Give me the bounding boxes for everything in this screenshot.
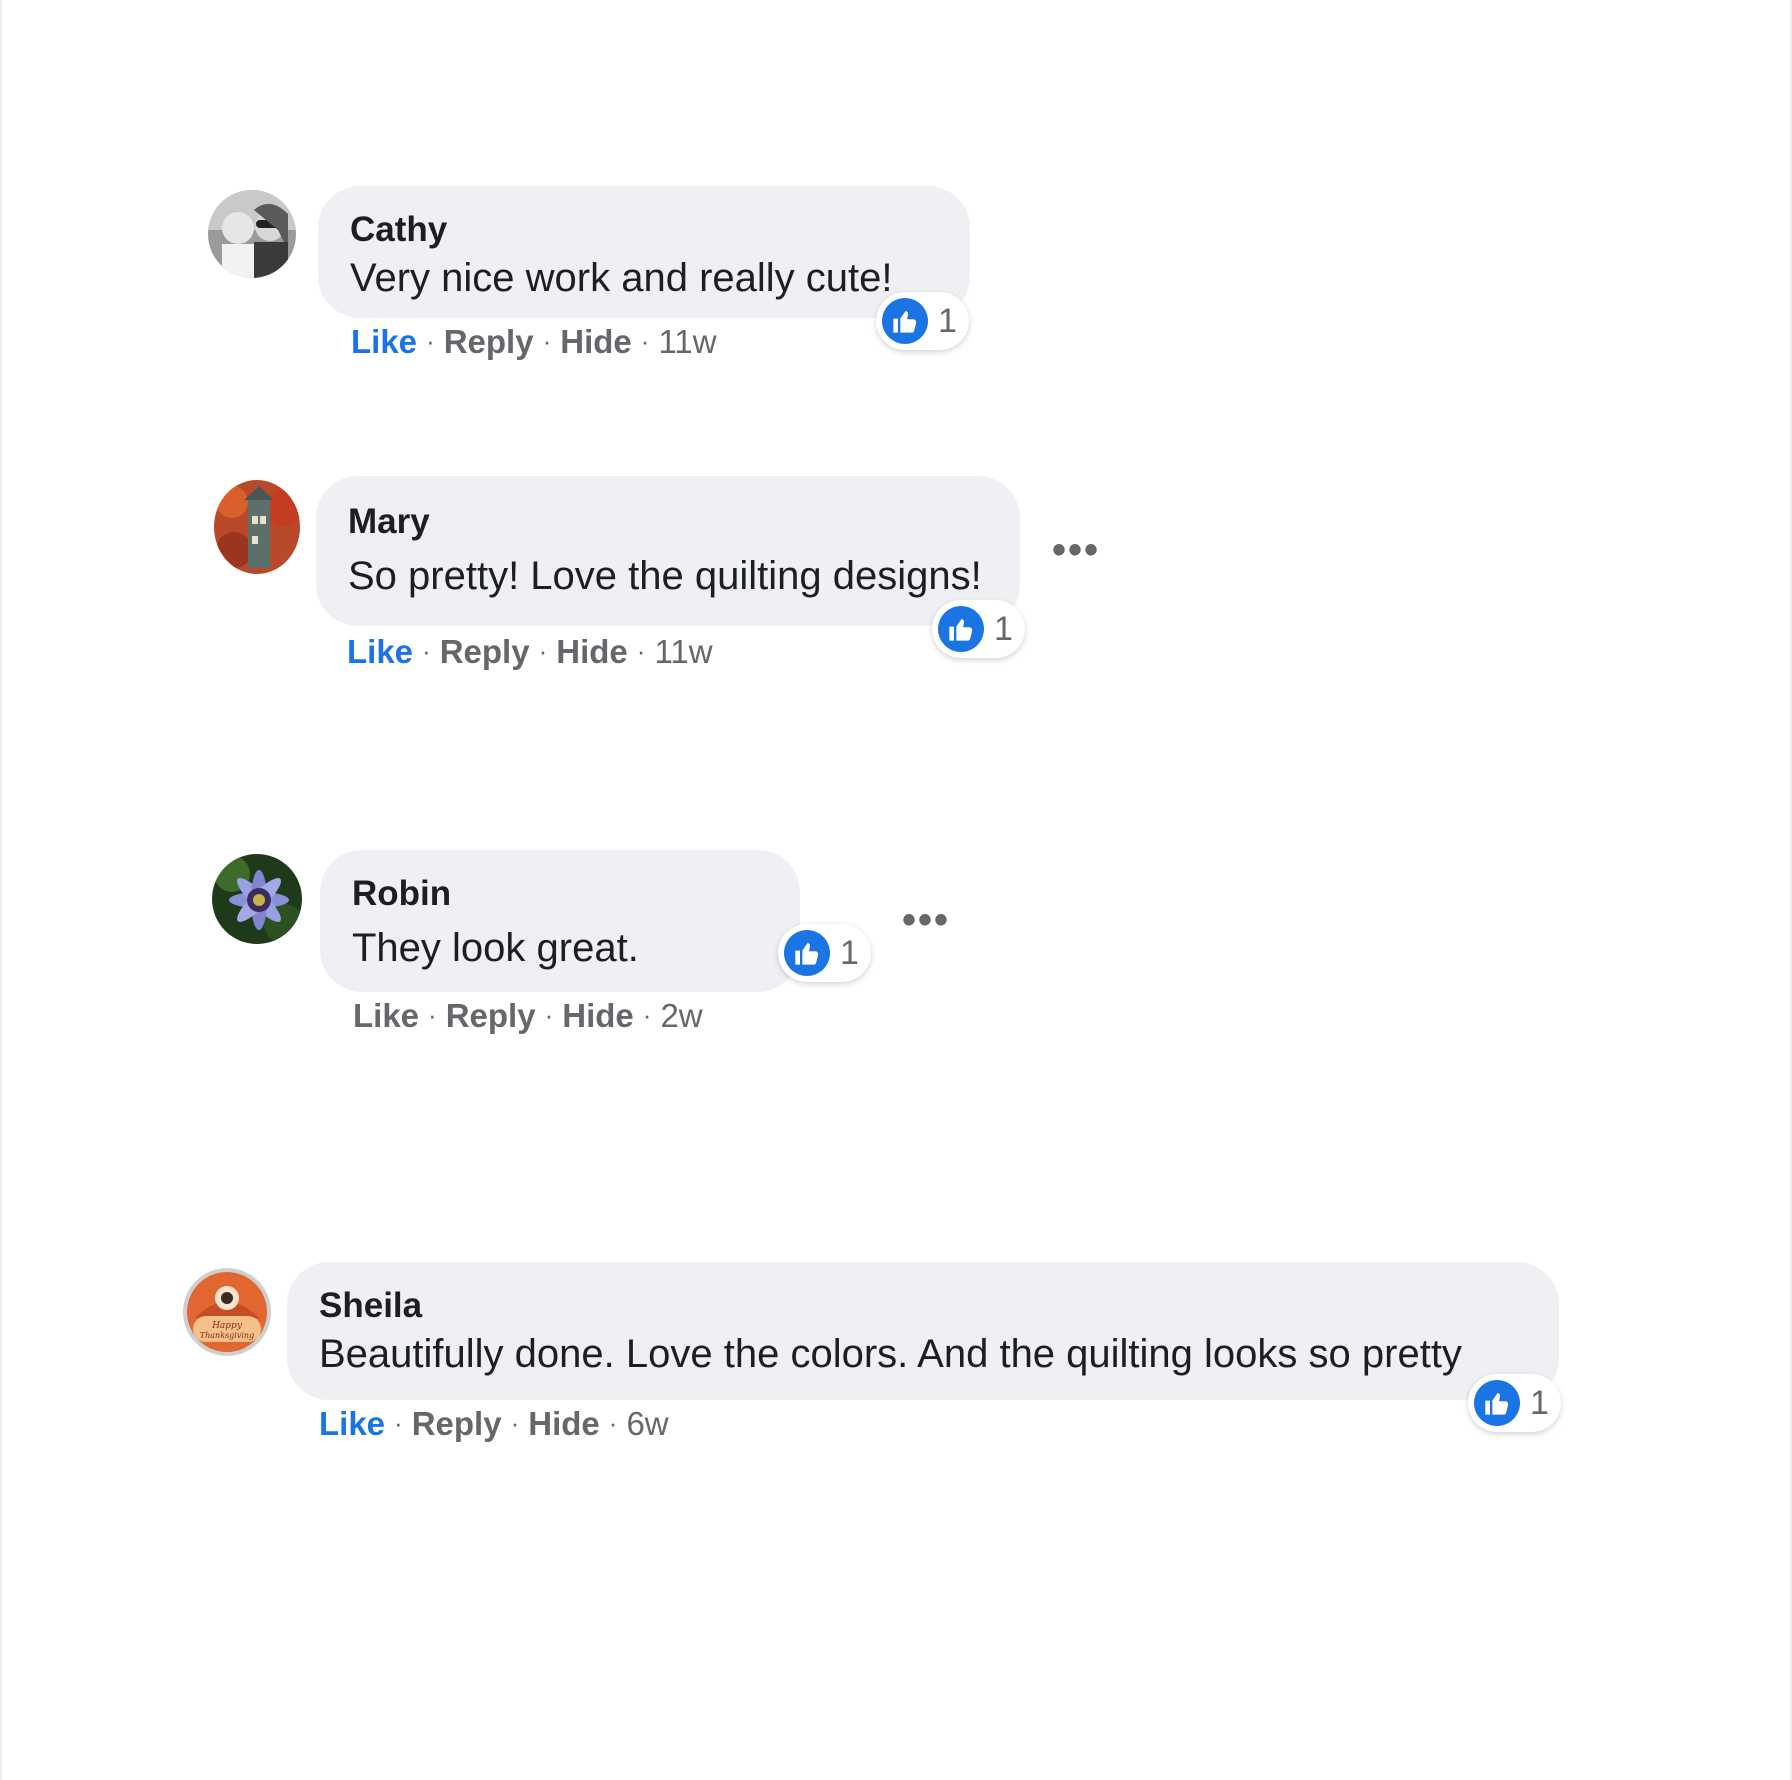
avatar-logo-text: Happy: [211, 1321, 243, 1331]
comment-actions: Like · Reply · Hide · 2w: [353, 996, 703, 1038]
hide-button[interactable]: Hide: [560, 323, 632, 360]
reaction-summary[interactable]: 1: [932, 600, 1025, 658]
avatar-photo: Happy Thanksgiving: [183, 1268, 271, 1356]
separator-dot: ·: [640, 326, 650, 356]
separator-dot: ·: [544, 1000, 554, 1030]
separator-dot: ·: [542, 326, 552, 356]
comment-author[interactable]: Mary: [348, 500, 988, 544]
reaction-summary[interactable]: 1: [778, 924, 871, 982]
comment-timestamp[interactable]: 11w: [654, 633, 712, 670]
thumbs-up-icon: [882, 298, 928, 344]
thumbs-up-icon: [784, 930, 830, 976]
reaction-summary[interactable]: 1: [876, 292, 969, 350]
hide-button[interactable]: Hide: [556, 633, 628, 670]
reply-button[interactable]: Reply: [446, 997, 536, 1034]
reaction-count: 1: [840, 933, 859, 972]
comment-text: Very nice work and really cute!: [350, 256, 893, 300]
like-button[interactable]: Like: [351, 323, 417, 360]
avatar-photo: [214, 480, 300, 574]
comment-actions: Like · Reply · Hide · 6w: [319, 1404, 669, 1446]
separator-dot: ·: [608, 1408, 618, 1438]
avatar[interactable]: [212, 854, 302, 944]
separator-dot: ·: [636, 636, 646, 666]
thumbs-up-icon: [1474, 1380, 1520, 1426]
avatar[interactable]: [214, 480, 300, 574]
comment-text: They look great.: [352, 926, 639, 970]
avatar[interactable]: Happy Thanksgiving: [183, 1268, 271, 1356]
thumbs-up-icon: [938, 606, 984, 652]
separator-dot: ·: [538, 636, 548, 666]
separator-dot: ·: [426, 326, 435, 356]
avatar-photo: [208, 190, 296, 278]
like-button[interactable]: Like: [347, 633, 413, 670]
separator-dot: ·: [394, 1408, 403, 1438]
reaction-summary[interactable]: 1: [1468, 1374, 1561, 1432]
comment-bubble: Sheila Beautifully done. Love the colors…: [287, 1262, 1559, 1400]
comment-author[interactable]: Sheila: [319, 1284, 1527, 1328]
comment-bubble: Robin They look great.: [320, 850, 800, 992]
hide-button[interactable]: Hide: [562, 997, 634, 1034]
comment-text: Beautifully done. Love the colors. And t…: [319, 1332, 1462, 1376]
reply-button[interactable]: Reply: [412, 1405, 502, 1442]
comment-bubble: Mary So pretty! Love the quilting design…: [316, 476, 1020, 626]
reply-button[interactable]: Reply: [440, 633, 530, 670]
reaction-count: 1: [994, 609, 1013, 648]
comment-timestamp[interactable]: 11w: [658, 323, 716, 360]
comment-bubble: Cathy Very nice work and really cute!: [318, 186, 970, 318]
avatar[interactable]: [208, 190, 296, 278]
avatar-photo: [212, 854, 302, 944]
separator-dot: ·: [510, 1408, 520, 1438]
hide-button[interactable]: Hide: [528, 1405, 600, 1442]
comment-timestamp[interactable]: 6w: [626, 1405, 668, 1442]
comment-author[interactable]: Cathy: [350, 208, 938, 252]
separator-dot: ·: [428, 1000, 437, 1030]
svg-text:Thanksgiving: Thanksgiving: [200, 1331, 254, 1340]
left-edge: [0, 0, 2, 1780]
more-options-icon[interactable]: •••: [902, 900, 950, 940]
comment-timestamp[interactable]: 2w: [660, 997, 702, 1034]
reply-button[interactable]: Reply: [444, 323, 534, 360]
reaction-count: 1: [938, 301, 957, 340]
comment-author[interactable]: Robin: [352, 872, 768, 916]
comment-actions: Like · Reply · Hide · 11w: [351, 322, 717, 364]
comment-text: So pretty! Love the quilting designs!: [348, 554, 982, 598]
like-button[interactable]: Like: [353, 997, 419, 1034]
reaction-count: 1: [1530, 1383, 1549, 1422]
separator-dot: ·: [422, 636, 431, 666]
comment-actions: Like · Reply · Hide · 11w: [347, 632, 713, 674]
like-button[interactable]: Like: [319, 1405, 385, 1442]
separator-dot: ·: [642, 1000, 652, 1030]
more-options-icon[interactable]: •••: [1052, 530, 1100, 570]
